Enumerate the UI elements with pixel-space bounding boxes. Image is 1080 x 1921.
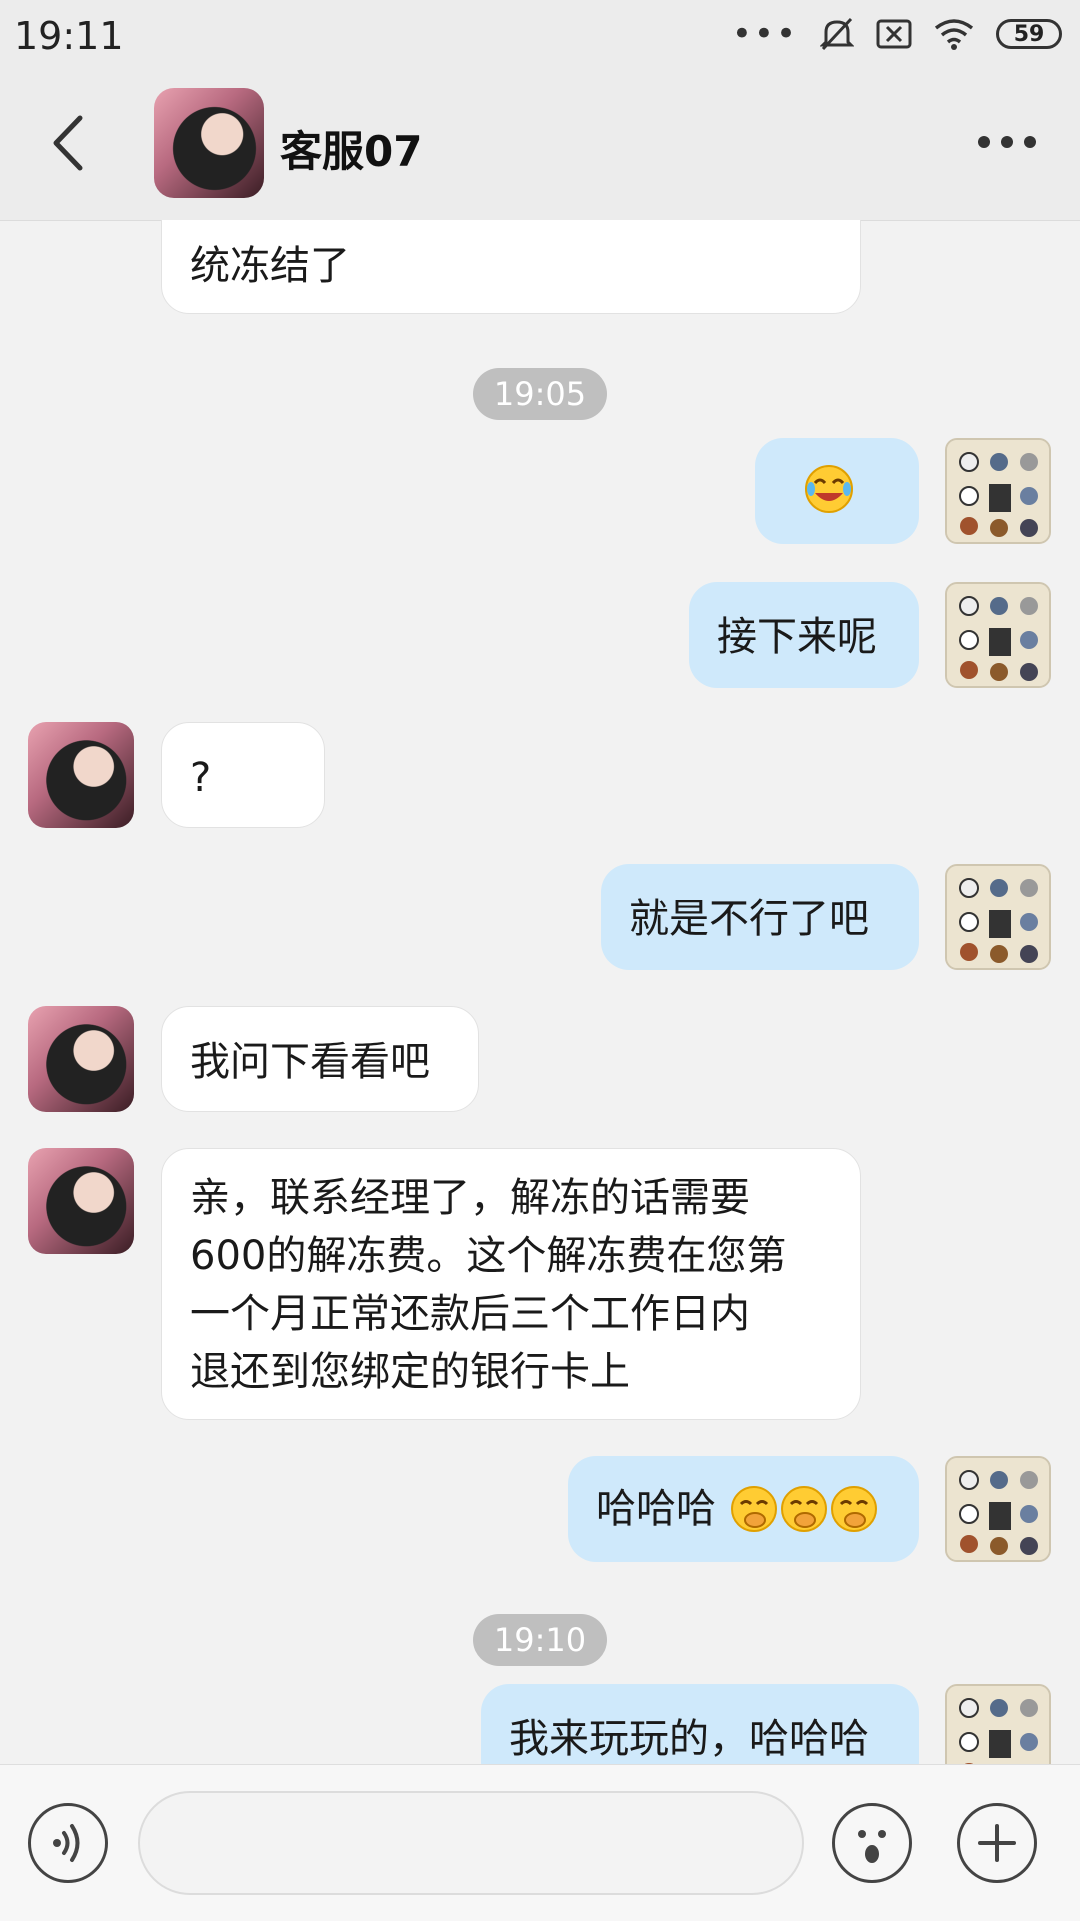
status-icons: ••• 59 [732,14,1062,54]
voice-button[interactable] [28,1803,108,1883]
chat-header: 客服07 [0,70,1080,221]
giggle-emoji [730,1486,777,1532]
four-characters-avatar-icon [947,1458,1049,1560]
timestamp: 19:05 [473,368,607,420]
my-avatar[interactable] [945,582,1051,688]
my-avatar[interactable] [945,1456,1051,1562]
message-text: 哈哈哈 [596,1486,716,1532]
add-button[interactable] [957,1803,1037,1883]
giggle-emoji [830,1486,877,1532]
my-avatar[interactable] [945,438,1051,544]
four-characters-avatar-icon [947,584,1049,686]
message-bubble-theirs[interactable]: 亲，联系经理了，解冻的话需要 600的解冻费。这个解冻费在您第 一个月正常还款后… [161,1148,861,1420]
four-characters-avatar-icon [947,1686,1049,1764]
message-bubble-mine[interactable] [755,438,919,544]
contact-name: 客服07 [280,127,423,176]
battery-icon: 59 [996,19,1062,49]
message-text: 我问下看看吧 [190,1039,430,1085]
notification-dots-icon: ••• [731,14,798,54]
contact-avatar[interactable] [28,1148,134,1254]
status-bar: 19:11 ••• 59 [0,0,1080,70]
input-bar [0,1764,1080,1921]
message-bubble-mine[interactable]: 我来玩玩的，哈哈哈 [481,1684,919,1764]
my-avatar[interactable] [945,864,1051,970]
plus-icon [978,1824,1016,1862]
sim-off-icon [876,19,912,49]
message-text: 就是不行了吧 [629,896,869,942]
message-text: 统冻结了 [190,243,350,289]
message-bubble-theirs[interactable]: 我问下看看吧 [161,1006,479,1112]
message-bubble-mine[interactable]: 就是不行了吧 [601,864,919,970]
my-avatar[interactable] [945,1684,1051,1764]
contact-avatar[interactable] [154,88,264,198]
message-text: 接下来呢 [717,614,877,660]
voice-icon [53,1824,80,1862]
message-bubble-theirs[interactable]: 统冻结了 [161,220,861,314]
message-line: 退还到您绑定的银行卡上 [190,1349,630,1395]
message-input[interactable] [138,1791,804,1895]
message-bubble-mine[interactable]: 接下来呢 [689,582,919,688]
giggle-emoji [780,1486,827,1532]
emoji-button[interactable] [832,1803,912,1883]
laughing-tears-emoji [805,465,853,513]
contact-avatar[interactable] [28,722,134,828]
message-text: ? [190,755,212,801]
message-text: 我来玩玩的，哈哈哈 [509,1716,869,1762]
four-characters-avatar-icon [947,866,1049,968]
contact-avatar[interactable] [28,1006,134,1112]
message-line: 600的解冻费。这个解冻费在您第 [190,1233,787,1279]
bell-muted-icon [820,17,854,51]
status-time: 19:11 [14,14,124,58]
smiley-icon [858,1830,886,1863]
chat-area[interactable]: 统冻结了 19:05 接下来呢 ? 就是不行了吧 我问下看看吧 亲，联系经理了，… [0,220,1080,1764]
message-line: 亲，联系经理了，解冻的话需要 [190,1175,750,1221]
timestamp: 19:10 [473,1614,607,1666]
message-line: 一个月正常还款后三个工作日内 [190,1291,750,1337]
message-bubble-theirs[interactable]: ? [161,722,325,828]
four-characters-avatar-icon [947,440,1049,542]
wifi-icon [934,19,974,50]
message-bubble-mine[interactable]: 哈哈哈 [568,1456,919,1562]
more-options-icon[interactable] [972,125,1042,159]
back-arrow-icon[interactable] [42,108,102,178]
